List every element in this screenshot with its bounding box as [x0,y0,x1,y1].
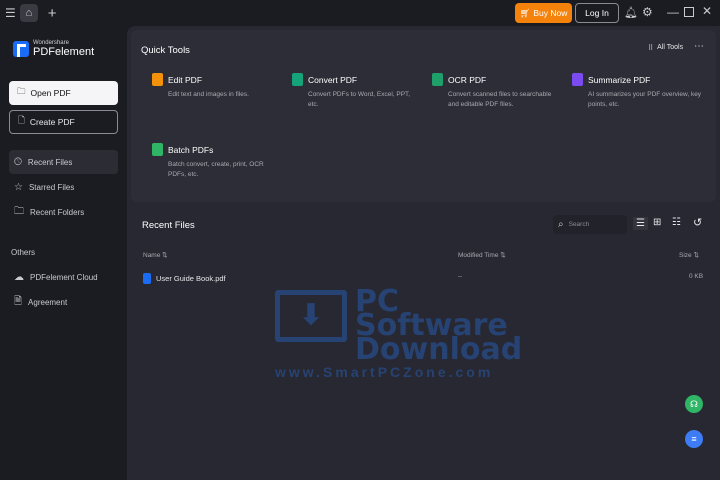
summarize-pdf-icon [572,73,583,86]
table-row[interactable]: User Guide Book.pdf [143,273,226,284]
sidebar-item-recent-files[interactable]: 🕓︎ Recent Files [9,150,118,174]
refresh-icon[interactable]: ↺ [693,216,702,229]
folder-icon: 🗀 [17,86,26,96]
main-content: Quick Tools ⠿ All Tools ⋯ Edit PDF Edit te… [127,26,720,480]
app-logo: Wondershare PDFelement [13,40,94,58]
all-tools-button[interactable]: ⠿ All Tools [648,44,683,52]
gear-icon[interactable]: ⚙ [642,5,653,19]
search-input[interactable]: ⌕ Search [553,215,627,234]
title-bar: ☰ ⌂ + 🛒︎ Buy Now Log In 🔔︎ ⚙ — ✕ [0,0,720,26]
close-icon[interactable]: ✕ [702,4,712,18]
file-size: 0 KB [689,273,704,280]
chat-icon: ≡ [691,434,697,444]
list-view-icon[interactable]: ☰ [633,217,648,230]
sidebar: Wondershare PDFelement 🗀 Open PDF 🗋 Create … [0,26,127,480]
quick-tools-title: Quick Tools [141,45,190,56]
support-chat-button[interactable]: ☊ [685,395,703,413]
filter-settings-icon[interactable]: ☷ [672,217,681,228]
grid-view-icon[interactable]: ⊞ [653,217,661,228]
recent-files-title: Recent Files [142,220,195,231]
bell-icon[interactable]: 🔔︎ [624,6,638,19]
sidebar-item-starred-files[interactable]: ☆ Starred Files [9,175,118,199]
document-icon: 🗎 [14,295,23,307]
buy-now-button[interactable]: 🛒︎ Buy Now [515,3,572,23]
headset-icon: ☊ [690,398,698,409]
convert-pdf-icon [292,73,303,86]
tool-ocr-pdf[interactable]: OCR PDF Convert scanned files to searchab… [432,73,562,109]
ocr-pdf-icon [432,73,443,86]
search-icon: ⌕ [558,219,564,230]
file-modified: -- [458,273,463,280]
pdf-file-icon [143,273,151,284]
recent-files-section: Recent Files ⌕ Search ☰ ⊞ ☷ ↺ Name ⇅ Modi… [127,206,720,480]
more-options-icon[interactable]: ⋯ [694,41,704,52]
cart-icon: 🛒︎ [519,7,531,18]
menu-icon[interactable]: ☰ [5,6,16,20]
tool-summarize-pdf[interactable]: Summarize PDF AI summarizes your PDF over… [572,73,702,109]
tool-batch-pdfs[interactable]: Batch PDFs Batch convert, create, print, … [152,143,282,179]
clock-icon: 🕓︎ [14,156,22,168]
others-heading: Others [11,248,36,257]
sidebar-item-recent-folders[interactable]: 🗀 Recent Folders [9,200,118,224]
grid-icon: ⠿ [648,45,654,52]
home-tab-icon[interactable]: ⌂ [19,4,38,22]
quick-tools-panel: Quick Tools ⠿ All Tools ⋯ Edit PDF Edit te… [131,30,716,202]
new-tab-icon[interactable]: + [48,5,57,22]
tool-convert-pdf[interactable]: Convert PDF Convert PDFs to Word, Excel, … [292,73,422,109]
batch-pdfs-icon [152,143,163,156]
folder-icon: 🗀 [14,205,24,217]
pdfelement-logo-icon [13,41,29,57]
column-modified-time[interactable]: Modified Time ⇅ [458,251,506,259]
minimize-icon[interactable]: — [667,5,679,19]
star-icon: ☆ [14,181,23,193]
create-pdf-button[interactable]: 🗋 Create PDF [9,110,118,134]
feedback-button[interactable]: ≡ [685,430,703,448]
tool-edit-pdf[interactable]: Edit PDF Edit text and images in files. [152,73,282,100]
column-size[interactable]: Size ⇅ [679,251,699,259]
sidebar-item-agreement[interactable]: 🗎 Agreement [9,290,118,314]
cloud-icon: ☁ [14,271,24,283]
maximize-icon[interactable] [684,7,694,17]
column-name[interactable]: Name ⇅ [143,251,168,259]
file-plus-icon: 🗋 [18,115,25,125]
log-in-button[interactable]: Log In [575,3,619,23]
sidebar-item-pdfelement-cloud[interactable]: ☁ PDFelement Cloud [9,265,118,289]
edit-pdf-icon [152,73,163,86]
open-pdf-button[interactable]: 🗀 Open PDF [9,81,118,105]
